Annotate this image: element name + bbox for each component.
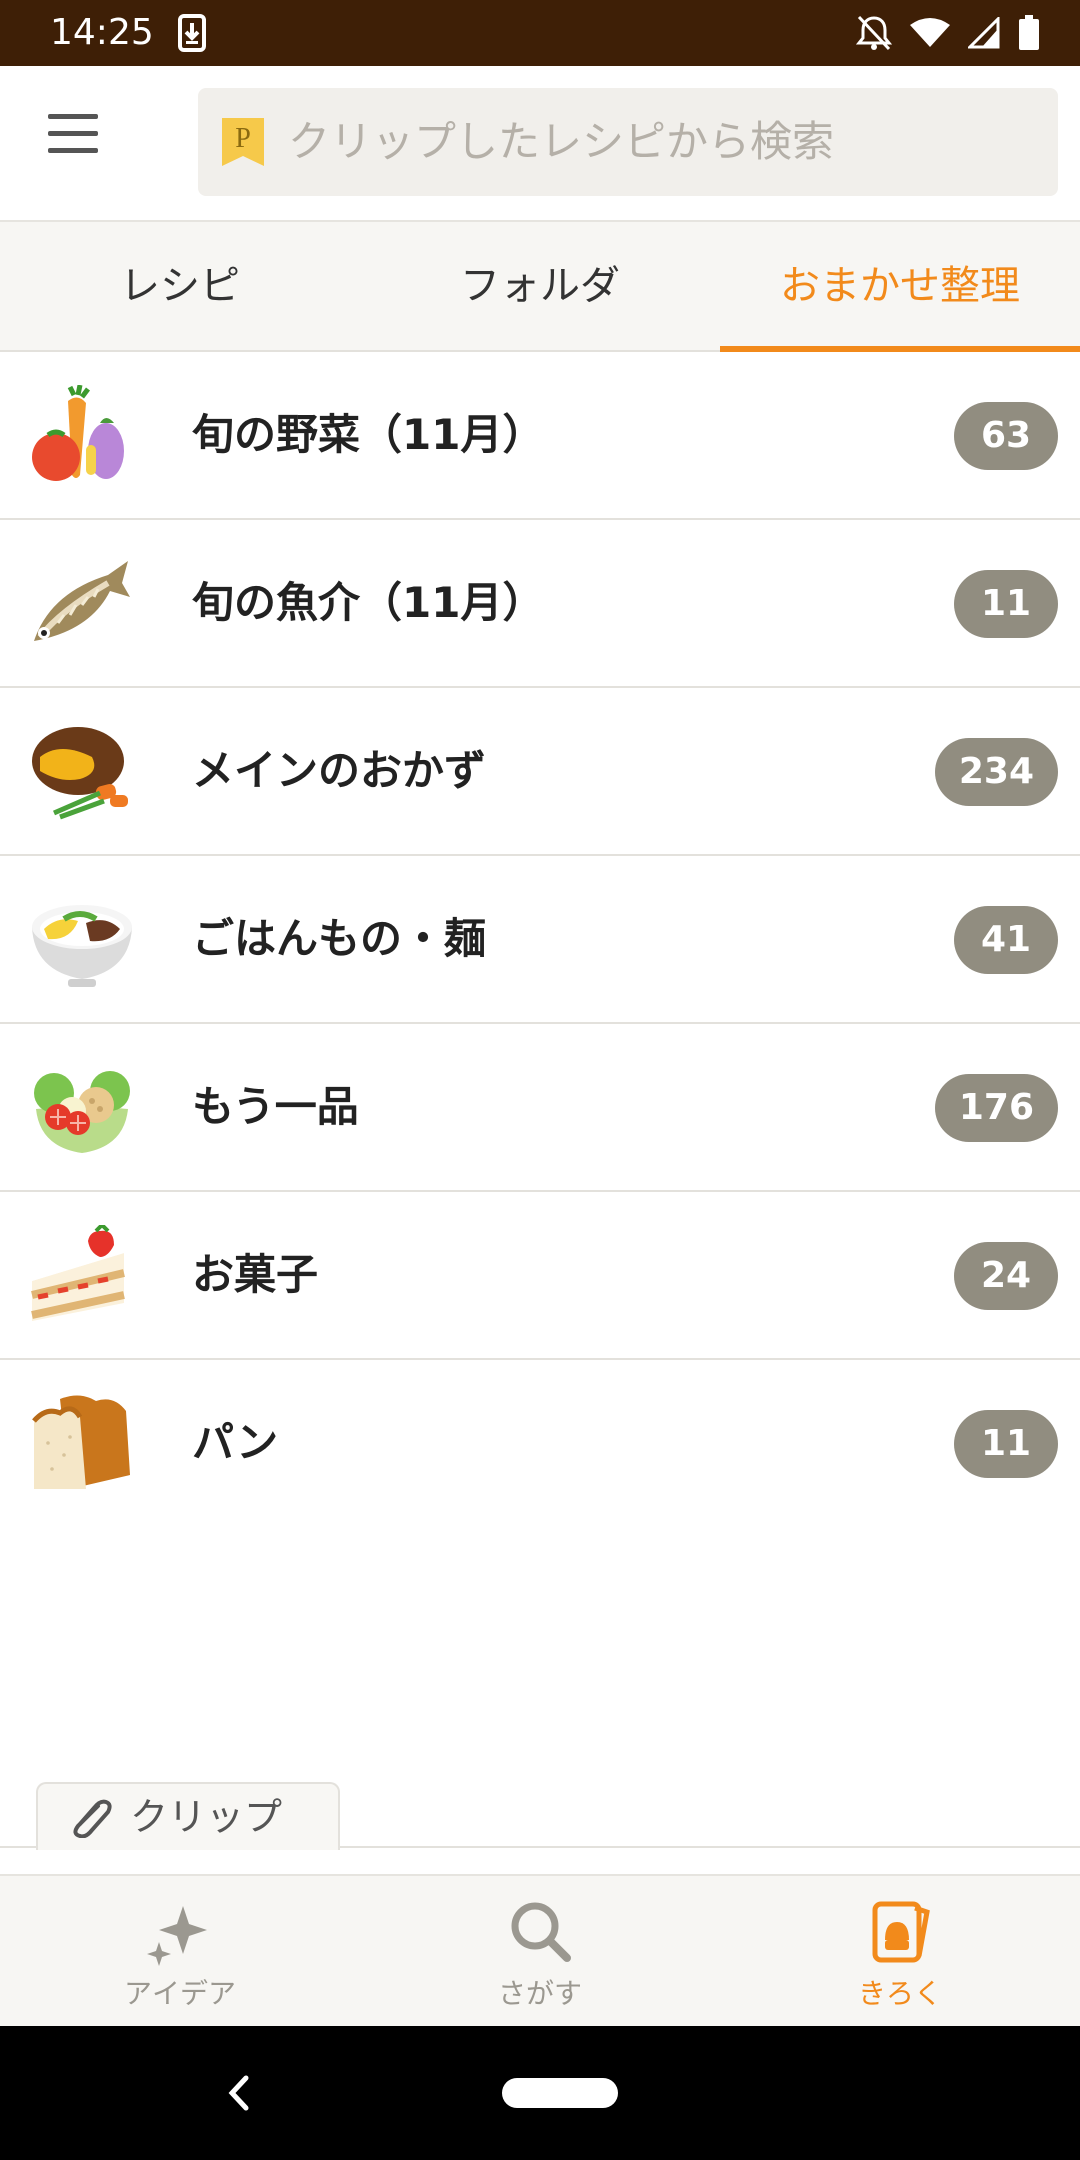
status-icons bbox=[855, 14, 1040, 56]
signal-icon bbox=[966, 15, 1000, 53]
fish-icon bbox=[34, 561, 130, 641]
count-badge: 11 bbox=[954, 570, 1058, 638]
clip-tab-label: クリップ bbox=[130, 1795, 283, 1839]
category-row-seasonal-vegetables[interactable]: 旬の野菜（11月） 63 bbox=[0, 352, 1080, 520]
category-row-seasonal-seafood[interactable]: 旬の魚介（11月） 11 bbox=[0, 520, 1080, 688]
category-title: ごはんもの・麺 bbox=[192, 914, 487, 963]
nav-record-label: きろく bbox=[857, 1977, 942, 2010]
rice-bowl-icon bbox=[32, 905, 132, 987]
tab-recipes[interactable]: レシピ bbox=[0, 222, 360, 350]
app-bar: P クリップしたレシピから検索 bbox=[0, 66, 1080, 222]
paperclip-icon bbox=[68, 1798, 116, 1842]
category-title: お菓子 bbox=[192, 1250, 319, 1299]
vegetables-icon bbox=[32, 385, 124, 481]
category-title: メインのおかず bbox=[192, 746, 487, 795]
wifi-icon bbox=[910, 17, 950, 53]
bread-icon bbox=[32, 1395, 130, 1489]
count-badge: 24 bbox=[954, 1242, 1058, 1310]
category-row-bread[interactable]: パン 11 bbox=[0, 1360, 1080, 1526]
sparkle-icon bbox=[147, 1906, 207, 1966]
count-badge: 176 bbox=[934, 1074, 1058, 1142]
record-icon bbox=[872, 1901, 930, 1963]
search-bar[interactable]: P クリップしたレシピから検索 bbox=[198, 88, 1058, 196]
notifications-off-icon bbox=[855, 14, 893, 56]
nav-search-label: さがす bbox=[497, 1977, 582, 2010]
count-badge: 234 bbox=[934, 738, 1058, 806]
bottom-navigation: アイデア さがす きろく bbox=[0, 1874, 1080, 2028]
category-title: パン bbox=[192, 1418, 279, 1467]
count-badge: 41 bbox=[954, 906, 1058, 974]
salad-icon bbox=[34, 1071, 130, 1153]
premium-badge-icon: P bbox=[220, 116, 266, 172]
nav-search[interactable]: さがす bbox=[360, 1876, 720, 2028]
category-row-sweets[interactable]: お菓子 24 bbox=[0, 1192, 1080, 1360]
category-row-rice-noodles[interactable]: ごはんもの・麺 41 bbox=[0, 856, 1080, 1024]
search-placeholder: クリップしたレシピから検索 bbox=[288, 117, 835, 166]
status-bar: 14:25 bbox=[0, 0, 1080, 66]
menu-icon[interactable] bbox=[40, 114, 114, 168]
nav-ideas[interactable]: アイデア bbox=[0, 1876, 360, 2028]
category-row-side-dishes[interactable]: もう一品 176 bbox=[0, 1024, 1080, 1192]
nav-ideas-label: アイデア bbox=[123, 1977, 236, 2010]
battery-icon bbox=[1018, 15, 1040, 55]
category-list: 旬の野菜（11月） 63 旬の魚介（11月） 11 メインのおかず 234 ごは… bbox=[0, 352, 1080, 1526]
clip-tab[interactable]: クリップ bbox=[36, 1782, 340, 1850]
search-icon bbox=[511, 1902, 571, 1962]
category-title: もう一品 bbox=[192, 1082, 359, 1131]
cake-icon bbox=[31, 1225, 125, 1321]
home-button[interactable] bbox=[502, 2078, 618, 2108]
category-row-main-dishes[interactable]: メインのおかず 234 bbox=[0, 688, 1080, 856]
tab-bar: レシピ フォルダ おまかせ整理 bbox=[0, 222, 1080, 352]
count-badge: 63 bbox=[954, 402, 1058, 470]
nav-record[interactable]: きろく bbox=[720, 1876, 1080, 2028]
category-title: 旬の野菜（11月） bbox=[192, 410, 545, 459]
system-navigation-bar bbox=[0, 2026, 1080, 2160]
tab-folders[interactable]: フォルダ bbox=[360, 222, 720, 350]
back-icon[interactable] bbox=[224, 2070, 254, 2120]
hamburg-steak-icon bbox=[32, 727, 128, 820]
tab-auto-organize[interactable]: おまかせ整理 bbox=[720, 222, 1080, 352]
download-icon bbox=[178, 14, 206, 56]
count-badge: 11 bbox=[954, 1410, 1058, 1478]
category-title: 旬の魚介（11月） bbox=[192, 578, 545, 627]
svg-text:P: P bbox=[235, 123, 251, 154]
status-time: 14:25 bbox=[50, 12, 154, 53]
